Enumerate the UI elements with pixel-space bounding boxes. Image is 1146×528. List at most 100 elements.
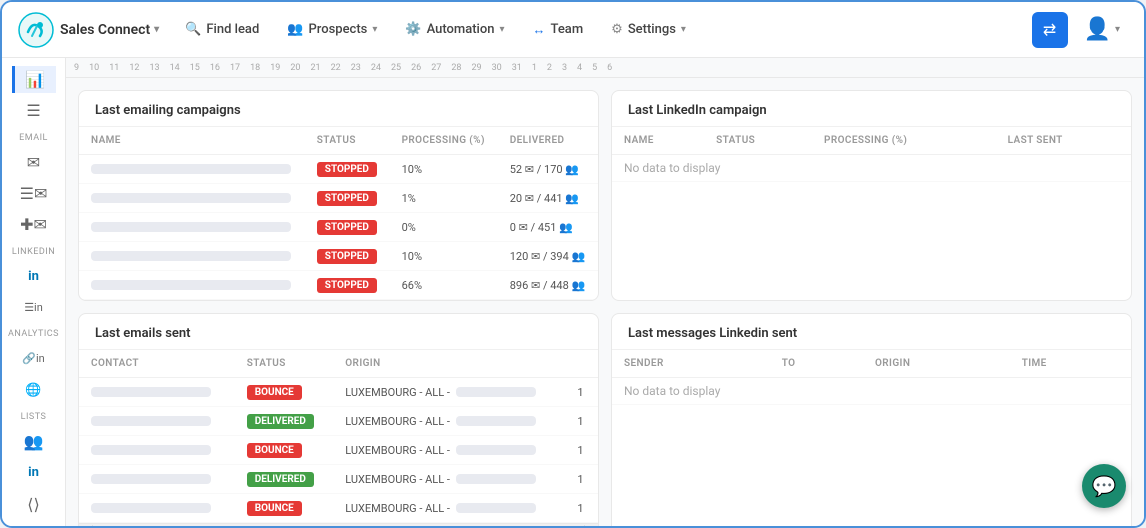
campaign-name-placeholder <box>91 280 291 290</box>
email-sent-row: DELIVERED LUXEMBOURG - ALL - 1 <box>79 465 598 494</box>
count-cell: 1 <box>565 494 598 523</box>
origin-bar <box>456 387 536 397</box>
email-campaign-row: STOPPED 10% 52 ✉ / 170 👥 <box>79 155 598 184</box>
email-sent-row: BOUNCE LUXEMBOURG - ALL - 1 <box>79 436 598 465</box>
sidebar-item-analytics-2[interactable]: 🌐 <box>12 377 56 404</box>
origin-text: LUXEMBOURG - ALL - <box>345 473 450 486</box>
sidebar-item-linkedin-list[interactable]: ☰in <box>12 294 56 321</box>
status-badge: STOPPED <box>317 162 377 177</box>
processing-cell: 0% <box>390 213 498 242</box>
app-title: Sales Connect ▾ <box>60 22 159 38</box>
email-campaign-row: STOPPED 10% 120 ✉ / 394 👥 <box>79 242 598 271</box>
analytics-section-label: ANALYTICS <box>8 329 59 339</box>
processing-cell: 10% <box>390 155 498 184</box>
nav-find-lead[interactable]: 🔍 Find lead <box>175 16 269 43</box>
app-title-chevron[interactable]: ▾ <box>154 24 159 35</box>
horizontal-scrollbar[interactable]: ◀ ▶ <box>79 523 598 526</box>
nav-team[interactable]: ↔ Team <box>523 16 594 44</box>
email-sent-row: DELIVERED LUXEMBOURG - ALL - 1 <box>79 407 598 436</box>
top-panels-row: Last emailing campaigns NAME STATUS PROC… <box>78 90 1132 301</box>
li-col-last-sent: LAST SENT <box>996 127 1131 155</box>
linkedin-sent-title: Last messages Linkedin sent <box>612 314 1131 350</box>
sidebar-item-lists-users[interactable]: 👥 <box>12 428 56 455</box>
analytics-link-icon: 🔗in <box>22 352 44 365</box>
count-cell: 1 <box>565 436 598 465</box>
scroll-right-arrow[interactable]: ▶ <box>582 524 594 526</box>
emails-sent-panel: Last emails sent CONTACT STATUS ORIGIN <box>78 313 599 526</box>
sidebar-item-share[interactable]: ⟨⟩ <box>12 491 56 518</box>
col-delivered: DELIVERED <box>498 127 598 155</box>
settings-icon: ⚙ <box>611 22 623 37</box>
es-col-status: STATUS <box>235 350 334 378</box>
dashboard-icon: 📊 <box>25 70 45 89</box>
origin-text: LUXEMBOURG - ALL - <box>345 444 450 457</box>
contact-placeholder <box>91 474 211 484</box>
linkedin-sent-panel: Last messages Linkedin sent SENDER TO OR… <box>611 313 1132 526</box>
sidebar-item-email[interactable]: ✉ <box>12 149 56 176</box>
origin-bar <box>456 474 536 484</box>
chat-icon: 💬 <box>1092 474 1117 498</box>
logo-icon <box>18 12 54 48</box>
user-menu-chevron: ▾ <box>1115 24 1120 35</box>
origin-bar <box>456 445 536 455</box>
email-list-icon: ☰✉ <box>20 184 48 203</box>
delivered-cell: 896 ✉ / 448 👥 <box>498 271 598 300</box>
email-campaigns-panel: Last emailing campaigns NAME STATUS PROC… <box>78 90 599 301</box>
contact-placeholder <box>91 387 211 397</box>
linkedin-section-label: LINKEDIN <box>12 247 55 257</box>
scroll-left-arrow[interactable]: ◀ <box>83 524 95 526</box>
nav-settings[interactable]: ⚙ Settings ▾ <box>601 16 696 43</box>
status-badge: STOPPED <box>317 220 377 235</box>
status-badge: BOUNCE <box>247 501 302 516</box>
sidebar-item-dashboard[interactable]: 📊 <box>12 66 56 93</box>
sidebar-item-linkedin[interactable]: in <box>12 263 56 290</box>
processing-cell: 66% <box>390 271 498 300</box>
es-col-origin: ORIGIN <box>333 350 565 378</box>
origin-bar <box>456 416 536 426</box>
automation-chevron: ▾ <box>500 24 505 35</box>
emails-sent-title: Last emails sent <box>79 314 598 350</box>
count-cell: 1 <box>565 407 598 436</box>
share-icon: ⟨⟩ <box>27 495 39 514</box>
status-badge: DELIVERED <box>247 472 314 487</box>
linkedin-sent-no-data: No data to display <box>612 378 1131 405</box>
nav-prospects[interactable]: 👥 Prospects ▾ <box>277 16 387 43</box>
logo-area[interactable]: Sales Connect ▾ <box>18 12 159 48</box>
sidebar-item-email-add[interactable]: ✚✉ <box>12 211 56 238</box>
col-name: NAME <box>79 127 305 155</box>
li-col-processing: PROCESSING (%) <box>812 127 996 155</box>
nav-automation[interactable]: ⚙️ Automation ▾ <box>395 16 514 43</box>
status-badge: STOPPED <box>317 278 377 293</box>
origin-text: LUXEMBOURG - ALL - <box>345 415 450 428</box>
linkedin-campaign-panel: Last LinkedIn campaign NAME STATUS PROCE… <box>611 90 1132 301</box>
email-campaigns-table: NAME STATUS PROCESSING (%) DELIVERED STO… <box>79 127 598 300</box>
sidebar-item-analytics-1[interactable]: 🔗in <box>12 345 56 372</box>
campaign-name-placeholder <box>91 193 291 203</box>
prospects-icon: 👥 <box>287 22 303 37</box>
count-cell: 1 <box>565 465 598 494</box>
switch-view-button[interactable]: ⇄ <box>1032 12 1068 48</box>
es-col-contact: CONTACT <box>79 350 235 378</box>
es-col-count <box>565 350 598 378</box>
email-add-icon: ✚✉ <box>20 215 47 234</box>
status-badge: BOUNCE <box>247 385 302 400</box>
users-icon: 👥 <box>24 432 44 451</box>
user-menu[interactable]: 👤 ▾ <box>1076 13 1128 46</box>
analytics-globe-icon: 🌐 <box>25 383 41 398</box>
col-processing: PROCESSING (%) <box>390 127 498 155</box>
email-sent-row: BOUNCE LUXEMBOURG - ALL - 1 <box>79 378 598 407</box>
contact-placeholder <box>91 445 211 455</box>
linkedin-campaign-table: NAME STATUS PROCESSING (%) LAST SENT No … <box>612 127 1131 182</box>
email-icon: ✉ <box>27 153 40 172</box>
processing-cell: 1% <box>390 184 498 213</box>
sidebar-item-email-list[interactable]: ☰✉ <box>12 180 56 207</box>
chat-fab-button[interactable]: 💬 <box>1082 464 1126 508</box>
sidebar-item-lists-linkedin[interactable]: in <box>12 459 56 486</box>
delivered-cell: 20 ✉ / 441 👥 <box>498 184 598 213</box>
email-campaign-row: STOPPED 66% 896 ✉ / 448 👥 <box>79 271 598 300</box>
email-section-label: EMAIL <box>19 133 48 143</box>
origin-text: LUXEMBOURG - ALL - <box>345 386 450 399</box>
sidebar-item-menu[interactable]: ☰ <box>12 97 56 124</box>
processing-cell: 10% <box>390 242 498 271</box>
origin-bar <box>456 503 536 513</box>
